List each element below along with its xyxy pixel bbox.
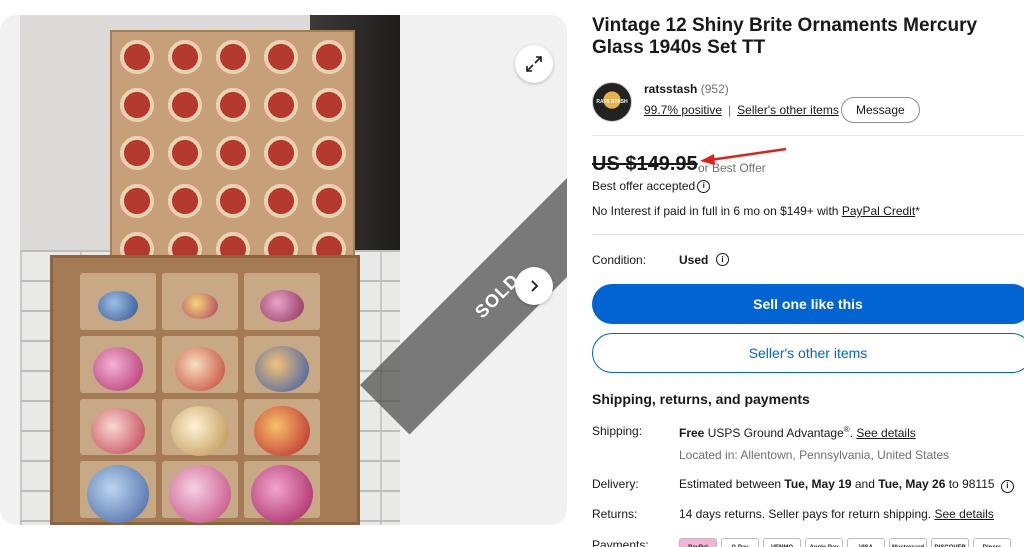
seller-feedback-count: (952): [700, 82, 729, 96]
info-icon[interactable]: i: [697, 179, 711, 193]
shipping-value: Free USPS Ground Advantage®. See details: [679, 425, 916, 440]
box-lid: [110, 30, 355, 280]
shipping-service: USPS Ground Advantage: [704, 426, 844, 440]
seller-other-items-link[interactable]: Seller's other items: [737, 103, 839, 117]
condition-value: Used: [679, 253, 709, 267]
seller-positive-link[interactable]: 99.7% positive: [644, 103, 722, 117]
returns-value: 14 days returns. Seller pays for return …: [679, 507, 994, 521]
seller-name[interactable]: ratsstash: [644, 82, 697, 96]
google-pay-logo: G Pay: [721, 538, 759, 547]
seller-links: 99.7% positive | Seller's other items: [644, 103, 839, 117]
seller-name-line: ratsstash (952): [644, 82, 729, 96]
returns-label: Returns:: [592, 507, 638, 521]
shipping-reg-mark: ®: [843, 425, 850, 434]
delivery-end: Tue, May 26: [878, 477, 946, 491]
seller-card: RATS STASH ratsstash (952) 99.7% positiv…: [592, 82, 1024, 132]
sellers-other-items-button[interactable]: Seller's other items: [592, 333, 1024, 373]
item-location: Located in: Allentown, Pennsylvania, Uni…: [679, 448, 950, 462]
paypal-credit-link[interactable]: PayPal Credit: [842, 204, 915, 218]
financing-text: No Interest if paid in full in 6 mo on $…: [592, 204, 842, 218]
financing-line: No Interest if paid in full in 6 mo on $…: [592, 204, 920, 218]
divider: [592, 234, 1024, 235]
delivery-zip: to 98115: [945, 477, 995, 491]
visa-logo: VISA: [847, 538, 885, 547]
message-button[interactable]: Message: [841, 97, 920, 123]
info-icon[interactable]: i: [1000, 479, 1014, 493]
item-title: Vintage 12 Shiny Brite Ornaments Mercury…: [592, 15, 978, 58]
expand-image-button[interactable]: [515, 45, 553, 83]
discover-logo: DISCOVER: [931, 538, 969, 547]
sell-one-like-this-button[interactable]: Sell one like this: [592, 284, 1024, 324]
payments-label: Payments:: [592, 538, 649, 547]
annotation-arrow-icon: [700, 147, 787, 165]
returns-text: 14 days returns. Seller pays for return …: [679, 507, 935, 521]
delivery-prefix: Estimated between: [679, 477, 785, 491]
seller-avatar[interactable]: RATS STASH: [592, 82, 632, 122]
best-offer-accepted-text: Best offer accepted: [592, 179, 696, 193]
paypal-logo: PayPal: [679, 538, 717, 547]
ornament-grid: [80, 273, 320, 524]
delivery-value: Estimated between Tue, May 19 and Tue, M…: [679, 477, 1014, 493]
expand-icon: [526, 56, 542, 72]
delivery-start: Tue, May 19: [784, 477, 852, 491]
image-gallery: SOLD: [0, 15, 567, 525]
info-icon[interactable]: i: [716, 253, 729, 266]
seller-avatar-text: RATS STASH: [596, 99, 628, 105]
divider: [592, 135, 1024, 136]
best-offer-accepted: Best offer accepted i: [592, 179, 711, 193]
returns-see-details-link[interactable]: See details: [934, 507, 993, 521]
delivery-and: and: [851, 477, 879, 491]
chevron-right-icon: [531, 280, 539, 292]
financing-asterisk: *: [915, 204, 920, 218]
price: US $149.95: [592, 153, 698, 175]
mastercard-logo: Mastercard: [889, 538, 927, 547]
shipping-section-title: Shipping, returns, and payments: [592, 391, 810, 407]
main-product-image[interactable]: [20, 15, 400, 525]
shipping-free: Free: [679, 426, 705, 440]
shipping-label: Shipping:: [592, 424, 643, 438]
payment-methods: PayPal G Pay VENMO Apple Pay VISA Master…: [679, 538, 1011, 547]
diners-logo: Diners: [973, 538, 1011, 547]
shipping-see-details-link[interactable]: See details: [856, 426, 915, 440]
delivery-label: Delivery:: [592, 477, 639, 491]
venmo-logo: VENMO: [763, 538, 801, 547]
condition-label: Condition:: [592, 253, 647, 267]
separator: |: [728, 103, 732, 117]
apple-pay-logo: Apple Pay: [805, 538, 843, 547]
next-image-button[interactable]: [515, 267, 553, 305]
